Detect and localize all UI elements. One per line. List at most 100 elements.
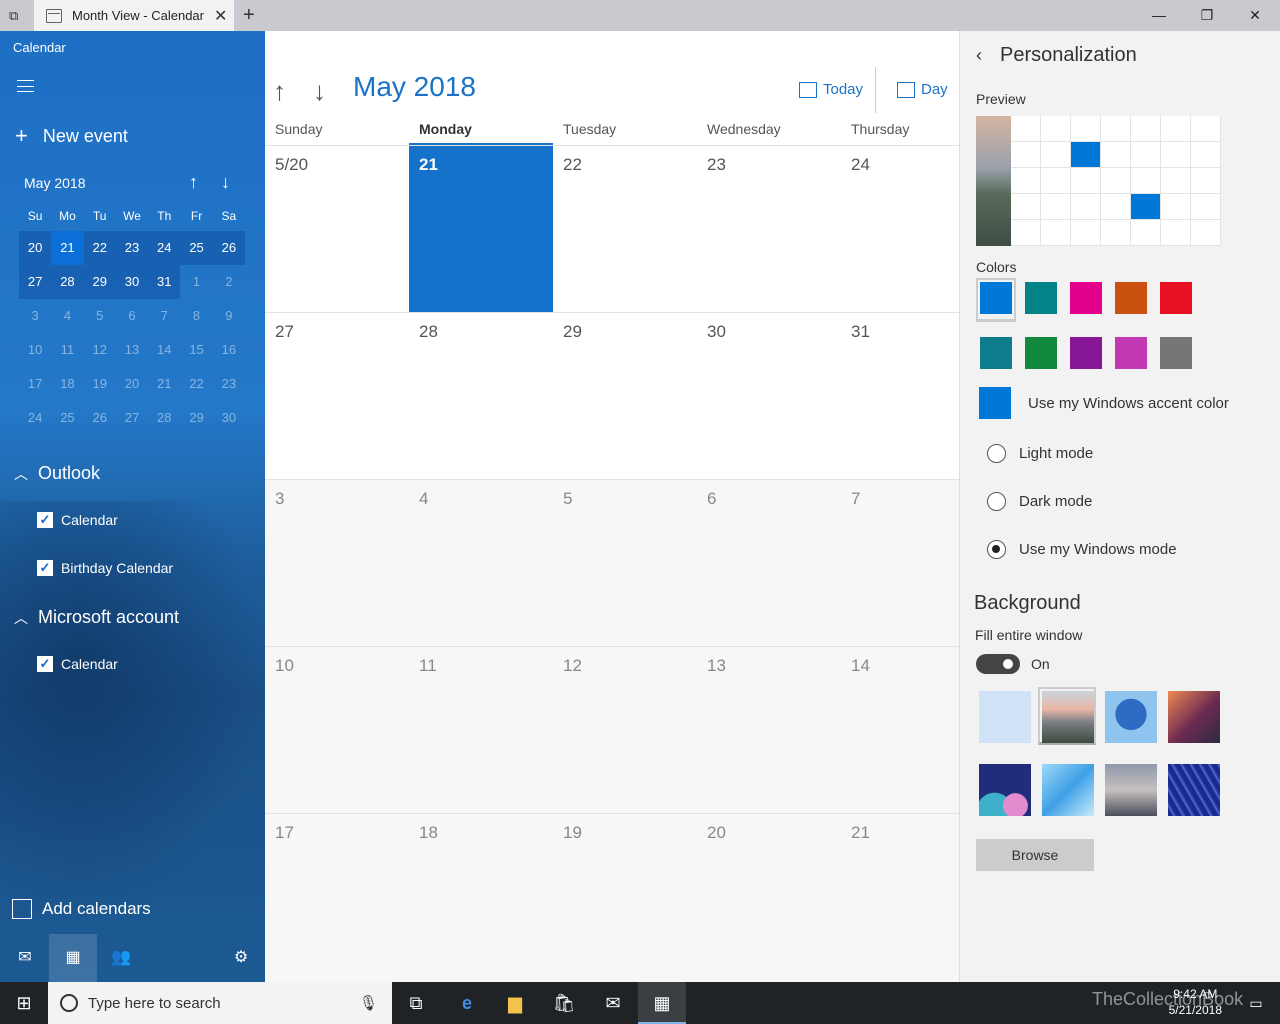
day-cell-number[interactable]: 10 — [275, 656, 294, 676]
mini-day[interactable]: 24 — [148, 231, 181, 265]
mini-day[interactable]: 3 — [19, 299, 51, 333]
dark-mode-radio[interactable] — [987, 492, 1006, 511]
color-swatch[interactable] — [980, 282, 1012, 314]
background-option-tree[interactable] — [1105, 691, 1157, 743]
day-cell-number[interactable]: 7 — [851, 489, 860, 509]
light-mode-label[interactable]: Light mode — [1019, 445, 1093, 462]
mini-day[interactable]: 8 — [180, 299, 212, 333]
mini-day[interactable]: 22 — [180, 367, 212, 401]
background-option-lake[interactable] — [1105, 764, 1157, 816]
calendar-nav-icon[interactable]: ▦ — [49, 934, 97, 982]
mini-day[interactable]: 6 — [116, 299, 148, 333]
day-cell-number[interactable]: 24 — [851, 155, 870, 175]
system-clock[interactable]: 9:42 AM 5/21/2018 — [1169, 986, 1222, 1018]
mini-day[interactable]: 28 — [51, 265, 84, 299]
day-cell-number[interactable]: 5 — [563, 489, 572, 509]
tab-switcher-icon[interactable]: ⧉ — [9, 8, 18, 24]
taskbar-search[interactable]: Type here to search 🎙 — [48, 982, 392, 1024]
mini-day[interactable]: 31 — [148, 265, 181, 299]
light-mode-radio[interactable] — [987, 444, 1006, 463]
day-cell-number[interactable]: 22 — [563, 155, 582, 175]
color-swatch[interactable] — [1070, 337, 1102, 369]
mini-day[interactable]: 30 — [115, 265, 149, 299]
day-cell-number[interactable]: 17 — [275, 823, 294, 843]
day-cell-number[interactable]: 13 — [707, 656, 726, 676]
mini-calendar-title[interactable]: May 2018 — [24, 175, 85, 191]
color-swatch[interactable] — [1115, 282, 1147, 314]
tab-close-icon[interactable]: ✕ — [214, 6, 227, 26]
mini-next-month-icon[interactable]: ↓ — [221, 172, 230, 193]
windows-mode-label[interactable]: Use my Windows mode — [1019, 541, 1177, 558]
mini-day[interactable]: 22 — [83, 231, 116, 265]
mini-day[interactable]: 4 — [51, 299, 83, 333]
group-microsoft-account[interactable]: ︿ Microsoft account — [14, 607, 179, 628]
mail-taskbar-icon[interactable]: ✉ — [589, 982, 637, 1024]
mini-day[interactable]: 12 — [84, 333, 116, 367]
today-button[interactable]: Today — [799, 81, 863, 98]
minimize-button[interactable]: — — [1136, 0, 1182, 31]
new-tab-button[interactable]: + — [243, 4, 255, 27]
hamburger-menu-icon[interactable] — [17, 80, 34, 92]
mini-day[interactable]: 16 — [213, 333, 245, 367]
edge-icon[interactable]: e — [443, 982, 491, 1024]
day-cell-number[interactable]: 11 — [419, 656, 437, 676]
color-swatch[interactable] — [1160, 337, 1192, 369]
color-swatch[interactable] — [980, 337, 1012, 369]
day-cell-number[interactable]: 28 — [419, 322, 438, 342]
mini-day[interactable]: 17 — [19, 367, 51, 401]
mini-day[interactable]: 18 — [51, 367, 83, 401]
accent-swatch[interactable] — [979, 387, 1011, 419]
day-cell-number[interactable]: 31 — [851, 322, 870, 342]
day-cell-number[interactable]: 29 — [563, 322, 582, 342]
mini-day[interactable]: 11 — [51, 333, 83, 367]
background-option-lines[interactable] — [1168, 764, 1220, 816]
background-option-canyon[interactable] — [1168, 691, 1220, 743]
browse-button[interactable]: Browse — [976, 839, 1094, 871]
mini-day[interactable]: 21 — [51, 231, 84, 265]
day-cell-number[interactable]: 27 — [275, 322, 294, 342]
color-swatch[interactable] — [1160, 282, 1192, 314]
mini-day[interactable]: 25 — [180, 231, 213, 265]
restore-button[interactable]: ❐ — [1184, 0, 1230, 31]
mini-prev-month-icon[interactable]: ↑ — [189, 172, 198, 193]
people-icon[interactable]: 👥 — [97, 934, 145, 982]
mini-day[interactable]: 29 — [180, 401, 212, 435]
day-cell-number[interactable]: 21 — [851, 823, 870, 843]
calendar-item[interactable]: ✓ Calendar — [37, 656, 118, 672]
calendar-taskbar-icon[interactable]: ▦ — [638, 982, 686, 1024]
windows-mode-radio[interactable] — [987, 540, 1006, 559]
back-arrow-icon[interactable]: ‹ — [976, 45, 982, 66]
group-outlook[interactable]: ︿ Outlook — [14, 463, 100, 484]
background-option-crystal[interactable] — [1042, 764, 1094, 816]
day-cell-number[interactable]: 14 — [851, 656, 870, 676]
color-swatch[interactable] — [1025, 337, 1057, 369]
mini-day[interactable]: 2 — [213, 265, 245, 299]
mini-day[interactable]: 5 — [84, 299, 116, 333]
task-view-icon[interactable]: ⧉ — [392, 982, 440, 1024]
previous-month-arrow-icon[interactable]: ↑ — [273, 76, 286, 107]
next-month-arrow-icon[interactable]: ↓ — [313, 76, 326, 107]
day-cell-number[interactable]: 19 — [563, 823, 582, 843]
calendar-item[interactable]: ✓ Birthday Calendar — [37, 560, 173, 576]
day-cell-number[interactable]: 5/20 — [275, 155, 308, 175]
mini-day[interactable]: 21 — [148, 367, 180, 401]
mini-day[interactable]: 9 — [213, 299, 245, 333]
checkbox-checked-icon[interactable]: ✓ — [37, 512, 53, 528]
checkbox-checked-icon[interactable]: ✓ — [37, 560, 53, 576]
day-cell-number[interactable]: 18 — [419, 823, 438, 843]
file-explorer-icon[interactable]: ▆ — [491, 982, 539, 1024]
today-cell[interactable]: 21 — [409, 143, 553, 312]
day-cell-number[interactable]: 23 — [707, 155, 726, 175]
mini-day[interactable]: 20 — [19, 231, 52, 265]
mini-day[interactable]: 27 — [19, 265, 52, 299]
mini-day[interactable]: 23 — [115, 231, 149, 265]
mini-day[interactable]: 26 — [212, 231, 245, 265]
calendar-item[interactable]: ✓ Calendar — [37, 512, 118, 528]
day-cell-number[interactable]: 4 — [419, 489, 428, 509]
background-option-mountain[interactable] — [1042, 691, 1094, 743]
mini-day[interactable]: 20 — [116, 367, 148, 401]
color-swatch[interactable] — [1025, 282, 1057, 314]
mini-day[interactable]: 10 — [19, 333, 51, 367]
checkbox-checked-icon[interactable]: ✓ — [37, 656, 53, 672]
settings-gear-icon[interactable]: ⚙ — [217, 934, 265, 982]
